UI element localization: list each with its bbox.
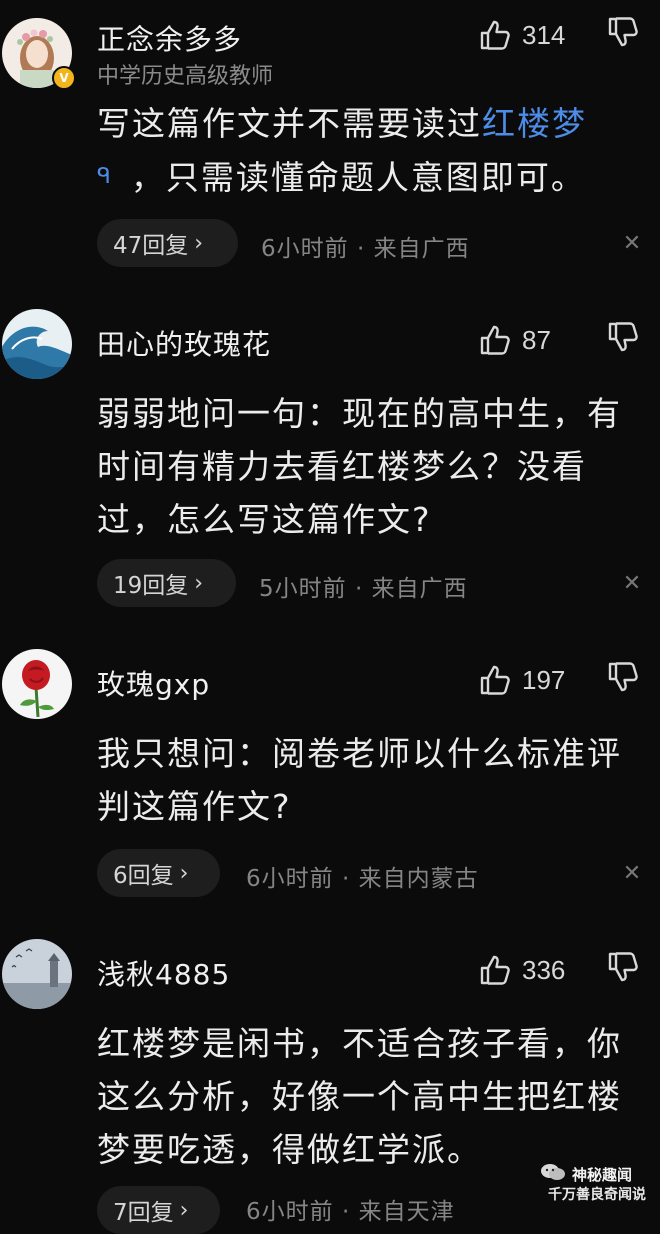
replies-count: 6回复	[113, 863, 174, 889]
replies-count: 7回复	[113, 1200, 174, 1226]
chevron-right-icon: ›	[194, 230, 204, 256]
like-count: 87	[522, 324, 551, 355]
close-icon[interactable]: ✕	[620, 861, 644, 886]
watermark-name: 神秘趣闻	[572, 1166, 633, 1184]
comment-text-part: 写这篇作文并不需要读过	[97, 104, 482, 143]
avatar[interactable]	[2, 649, 72, 719]
thumbs-down-icon	[608, 952, 638, 982]
comment-text: 我只想问：阅卷老师以什么标准评判这篇作文?	[97, 734, 622, 826]
username[interactable]: 田心的玫瑰花	[97, 323, 271, 363]
avatar[interactable]	[2, 309, 72, 379]
comment-text-part: ，只需读懂命题人意图即可。	[130, 158, 586, 197]
like-count: 314	[522, 19, 566, 50]
comment-text: 红楼梦是闲书，不适合孩子看，你这么分析，好像一个高中生把红楼梦要吃透，得做红学派…	[97, 1024, 622, 1169]
comment-meta: 6小时前 · 来自天津	[246, 1199, 455, 1225]
lighthouse-avatar-icon	[2, 939, 72, 1009]
replies-count: 19回复	[113, 573, 189, 599]
replies-count: 47回复	[113, 233, 189, 259]
like-button[interactable]: 197	[478, 660, 565, 700]
comment-text: 弱弱地问一句：现在的高中生，有时间有精力去看红楼梦么？没看过，怎么写这篇作文?	[97, 394, 622, 539]
replies-button[interactable]: 7回复 ›	[97, 1186, 220, 1234]
like-count: 197	[522, 664, 566, 695]
close-icon[interactable]: ✕	[620, 571, 644, 596]
comment-meta: 6小时前 · 来自内蒙古	[246, 866, 479, 892]
watermark: 神秘趣闻 千万善良奇闻说	[540, 1158, 658, 1203]
username[interactable]: 玫瑰gxp	[97, 663, 210, 703]
replies-button[interactable]: 19回复 ›	[97, 559, 236, 607]
thumbs-down-icon	[608, 17, 638, 47]
dislike-button[interactable]	[606, 15, 642, 55]
avatar[interactable]	[2, 939, 72, 1009]
thumbs-up-icon	[480, 325, 510, 355]
replies-button[interactable]: 6回复 ›	[97, 849, 220, 897]
keyword-link[interactable]: 红楼梦	[482, 104, 587, 143]
rose-avatar-icon	[2, 649, 72, 719]
watermark-subtitle: 千万善良奇闻说	[548, 1187, 646, 1203]
comment-text: 写这篇作文并不需要读过红楼梦 ᑫ ，只需读懂命题人意图即可。	[97, 97, 637, 204]
replies-button[interactable]: 47回复 ›	[97, 219, 238, 267]
verified-badge: V	[52, 66, 76, 90]
like-button[interactable]: 87	[478, 320, 551, 360]
like-count: 336	[522, 954, 566, 985]
wave-avatar-icon	[2, 309, 72, 379]
dislike-button[interactable]	[606, 660, 642, 700]
thumbs-down-icon	[608, 322, 638, 352]
user-title: 中学历史高级教师	[97, 64, 274, 89]
comment-meta: 6小时前 · 来自广西	[261, 236, 470, 262]
username[interactable]: 浅秋4885	[97, 953, 230, 993]
dislike-button[interactable]	[606, 320, 642, 360]
like-button[interactable]: 336	[478, 950, 565, 990]
thumbs-up-icon	[480, 20, 510, 50]
like-button[interactable]: 314	[478, 15, 565, 55]
thumbs-up-icon	[480, 665, 510, 695]
thumbs-up-icon	[480, 955, 510, 985]
search-icon[interactable]: ᑫ	[97, 164, 113, 189]
chevron-right-icon: ›	[179, 1197, 189, 1223]
thumbs-down-icon	[608, 662, 638, 692]
close-icon[interactable]: ✕	[620, 231, 644, 256]
comment-meta: 5小时前 · 来自广西	[259, 576, 468, 602]
username[interactable]: 正念余多多	[97, 18, 242, 58]
dislike-button[interactable]	[606, 950, 642, 990]
wechat-icon	[541, 1164, 565, 1180]
chevron-right-icon: ›	[194, 570, 204, 596]
chevron-right-icon: ›	[179, 860, 189, 886]
